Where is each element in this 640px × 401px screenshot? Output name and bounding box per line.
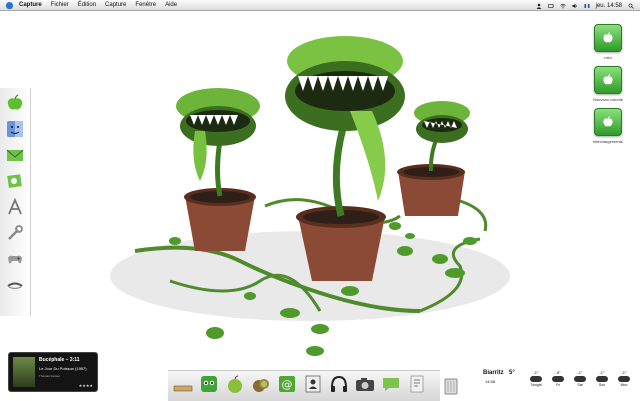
track-artist: Thomas Fersen	[39, 374, 61, 378]
track-album: Le Jour Du Poisson (1997)	[39, 366, 87, 371]
apple-icon	[594, 108, 622, 136]
dock-address-book-icon[interactable]	[302, 373, 324, 395]
dock-apple-icon[interactable]	[4, 92, 26, 114]
forecast-day: -1° Tonight	[527, 370, 545, 387]
forecast-temp: -1°	[621, 370, 627, 375]
cloud-icon	[618, 376, 630, 382]
menu-fichier[interactable]: Fichier	[51, 2, 69, 8]
album-art	[13, 357, 35, 387]
dock-adium-icon[interactable]	[198, 373, 220, 395]
forecast-label: Mon	[620, 383, 628, 387]
menu-aide[interactable]: Aide	[165, 2, 177, 8]
dock-camera-icon[interactable]	[354, 373, 376, 395]
forecast-temp: -1°	[577, 370, 583, 375]
volume-telechargements[interactable]: téléchargements	[578, 108, 638, 144]
bottom-dock: @	[168, 370, 458, 401]
svg-text:@: @	[282, 378, 293, 391]
forecast-temp: -5°	[555, 370, 561, 375]
itunes-widget[interactable]: Bucéphale – 3:11 Le Jour Du Poisson (199…	[8, 352, 98, 392]
flag-icon[interactable]	[584, 3, 590, 9]
cloud-icon	[530, 376, 542, 382]
forecast-day: -1° Mon	[615, 370, 633, 387]
spotlight-icon[interactable]	[628, 3, 634, 9]
dock-trash-icon[interactable]	[4, 274, 26, 296]
dock-finder-icon[interactable]	[4, 118, 26, 140]
forecast-day: -1° Sun	[593, 370, 611, 387]
forecast-temp: -1°	[533, 370, 539, 375]
dock-utilities-icon[interactable]	[4, 222, 26, 244]
dock-applications-icon[interactable]	[4, 196, 26, 218]
volume-mini[interactable]: mini	[578, 24, 638, 60]
dock-trash-can-icon[interactable]	[440, 375, 462, 397]
left-dock	[0, 88, 31, 316]
volume-icon[interactable]	[572, 3, 578, 9]
dock-headphones-icon[interactable]	[328, 373, 350, 395]
dock-game-controller-icon[interactable]	[4, 248, 26, 270]
menubar-clock[interactable]: jeu. 14:58	[596, 3, 622, 9]
forecast-temp: -1°	[599, 370, 605, 375]
menu-app-capture[interactable]: Capture	[19, 2, 42, 8]
volume-label: Nouveau volume	[592, 97, 624, 102]
dock-ichat-icon[interactable]	[380, 373, 402, 395]
cloud-icon	[574, 376, 586, 382]
menu-extras: jeu. 14:58	[536, 0, 634, 11]
dock-script-icon[interactable]	[406, 373, 428, 395]
weather-widget[interactable]: Biarritz 14:58 5° -1° Tonight -5° Fri -1…	[475, 370, 635, 396]
volume-label: mini	[604, 55, 612, 60]
menu-edition[interactable]: Édition	[78, 2, 96, 8]
apple-icon	[594, 66, 622, 94]
apple-menu-icon[interactable]	[6, 1, 13, 9]
forecast-label: Sun	[598, 383, 606, 387]
dock-green-apple-icon[interactable]	[224, 373, 246, 395]
cloud-icon	[552, 376, 564, 382]
dock-keyboard-icon[interactable]	[172, 373, 194, 395]
menu-capture[interactable]: Capture	[105, 2, 126, 8]
desktop-wallpaper	[110, 36, 510, 356]
volume-nouveau-volume[interactable]: Nouveau volume	[578, 66, 638, 102]
forecast-label: Fri	[555, 383, 561, 387]
menu-fenetre[interactable]: Fenêtre	[135, 2, 156, 8]
forecast-day: -5° Fri	[549, 370, 567, 387]
user-icon[interactable]	[536, 3, 542, 9]
forecast-day: -1° Sat	[571, 370, 589, 387]
weather-city: Biarritz	[483, 370, 504, 376]
menu-bar: Capture Fichier Édition Capture Fenêtre …	[0, 0, 640, 11]
apple-icon	[594, 24, 622, 52]
dock-mail-at-icon[interactable]: @	[276, 373, 298, 395]
wifi-icon[interactable]	[559, 3, 566, 9]
forecast-label: Sat	[577, 383, 583, 387]
dock-kiwi-icon[interactable]	[250, 373, 272, 395]
battery-icon[interactable]	[547, 3, 554, 9]
dock-iphoto-icon[interactable]	[4, 170, 26, 192]
volume-label: téléchargements	[593, 139, 623, 144]
dock-mail-icon[interactable]	[4, 144, 26, 166]
track-title: Bucéphale – 3:11	[39, 357, 80, 363]
weather-current-temp: 5°	[509, 370, 515, 376]
weather-time: 14:58	[485, 379, 496, 384]
track-rating[interactable]: ★★★★	[79, 383, 93, 388]
forecast-label: Tonight	[530, 383, 542, 387]
cloud-icon	[596, 376, 608, 382]
